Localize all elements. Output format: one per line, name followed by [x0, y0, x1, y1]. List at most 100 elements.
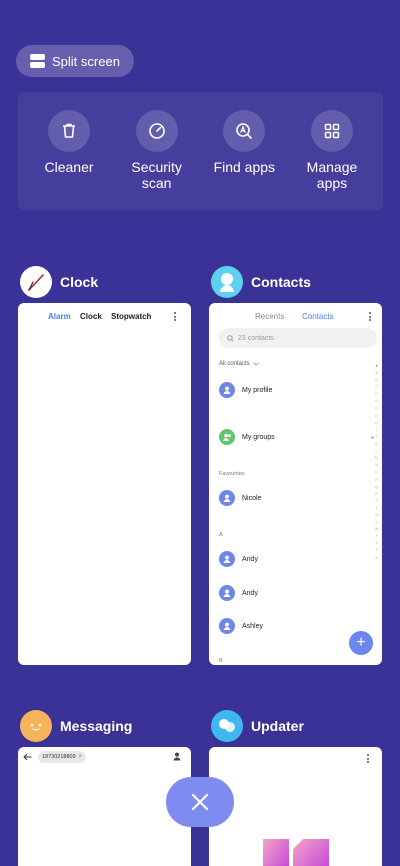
avatar-icon [219, 585, 235, 601]
split-screen-icon [30, 54, 45, 68]
alphabet-index-letter[interactable]: H [374, 420, 379, 427]
split-screen-button[interactable]: Split screen [16, 45, 134, 77]
alphabet-index-letter[interactable]: E [374, 398, 379, 405]
contact-name: My profile [242, 386, 273, 394]
security-scan-button[interactable]: Security scan [114, 110, 200, 210]
contact-row-ashley[interactable]: Ashley [219, 618, 263, 634]
contacts-filter-label: All contacts [219, 361, 250, 367]
tab-alarm[interactable]: Alarm [48, 312, 71, 321]
contact-row-andy[interactable]: Andy [219, 585, 258, 601]
search-placeholder: 23 contacts [238, 334, 274, 342]
messaging-app-name: Messaging [60, 718, 133, 734]
trash-icon [48, 110, 90, 152]
alphabet-index-letter[interactable]: G [374, 413, 379, 420]
section-a: A [219, 532, 223, 538]
alphabet-index-letter[interactable]: V [374, 519, 379, 526]
alphabet-index-letter[interactable]: M [374, 455, 379, 462]
updater-app-icon [211, 710, 243, 742]
search-app-icon [223, 110, 266, 152]
clock-app-icon [20, 266, 52, 298]
messaging-app-header: Messaging [20, 710, 132, 742]
alphabet-index-letter[interactable]: Y [374, 540, 379, 547]
alphabet-index-letter[interactable]: T [374, 505, 379, 512]
contacts-search-bar[interactable]: 23 contacts [219, 328, 377, 348]
updater-app-card[interactable] [209, 747, 382, 866]
alphabet-index-letter[interactable]: I [374, 427, 379, 434]
contact-name: Ashley [242, 622, 264, 630]
contact-name: Andy [242, 589, 258, 597]
avatar-icon [219, 618, 235, 634]
recipient-number: 18730218809 [42, 754, 76, 760]
tab-stopwatch[interactable]: Stopwatch [111, 312, 151, 321]
contacts-app-icon [211, 266, 243, 298]
tab-clock[interactable]: Clock [80, 312, 102, 321]
group-icon [219, 429, 235, 445]
messaging-app-card[interactable]: 18730218809 × [18, 747, 191, 866]
section-favourites: Favourites [219, 471, 245, 477]
contact-row-my-profile[interactable]: My profile [219, 382, 272, 398]
cleaner-button[interactable]: Cleaner [26, 110, 112, 210]
updater-app-name: Updater [251, 718, 304, 734]
find-apps-button[interactable]: Find apps [201, 110, 287, 210]
contact-name: Nicole [242, 494, 262, 502]
contact-name: My groups [242, 433, 275, 441]
clock-app-card[interactable]: Alarm Clock Stopwatch [18, 303, 191, 665]
tab-contacts[interactable]: Contacts [302, 312, 334, 321]
alphabet-index-letter[interactable]: J [374, 434, 379, 441]
alphabet-index-letter[interactable]: R [374, 491, 379, 498]
alphabet-index-letter[interactable]: Z [374, 547, 379, 554]
grid-icon [310, 110, 353, 152]
alphabet-index-letter[interactable]: # [374, 555, 379, 562]
messaging-app-icon [20, 710, 52, 742]
alphabet-index-letter[interactable]: W [374, 526, 379, 533]
manage-apps-button[interactable]: Manage apps [289, 110, 375, 210]
alphabet-index-letter[interactable]: S [374, 498, 379, 505]
close-icon [191, 793, 209, 811]
section-b: B [219, 658, 223, 664]
alphabet-index-letter[interactable]: Q [374, 484, 379, 491]
contact-name: Andy [242, 555, 258, 563]
alphabet-index-letter[interactable]: A [374, 370, 379, 377]
alphabet-index-letter[interactable]: P [374, 477, 379, 484]
contacts-app-header: Contacts [211, 266, 311, 298]
contacts-filter[interactable]: All contacts [219, 361, 259, 367]
security-scan-label: Security scan [131, 159, 182, 191]
remove-recipient-icon[interactable]: × [79, 754, 83, 760]
tab-recents[interactable]: Recents [255, 312, 284, 321]
contacts-app-card[interactable]: Recents Contacts 23 contacts All contact… [209, 303, 382, 665]
alphabet-index-letter[interactable]: X [374, 533, 379, 540]
avatar-icon [219, 551, 235, 567]
contact-row-andy[interactable]: Andy [219, 551, 258, 567]
alphabet-index-letter[interactable]: ♥ [374, 363, 379, 370]
contact-row-nicole[interactable]: Nicole [219, 490, 261, 506]
manage-apps-label: Manage apps [306, 159, 358, 191]
updater-app-header: Updater [211, 710, 304, 742]
speedometer-icon [135, 110, 178, 152]
alphabet-index-letter[interactable]: C [374, 384, 379, 391]
alphabet-index-letter[interactable]: F [374, 406, 379, 413]
recipient-chip[interactable]: 18730218809 × [38, 751, 87, 763]
close-all-button[interactable] [166, 777, 234, 827]
contacts-app-name: Contacts [251, 274, 311, 290]
alphabet-index-letter[interactable]: L [374, 448, 379, 455]
alphabet-index-letter[interactable]: D [374, 391, 379, 398]
more-options-icon[interactable] [174, 312, 177, 323]
split-screen-label: Split screen [52, 53, 120, 69]
back-arrow-icon[interactable] [23, 753, 32, 761]
alphabet-index-letter[interactable]: B [374, 377, 379, 384]
add-contact-button[interactable]: + [349, 631, 373, 655]
alphabet-index-letter[interactable]: U [374, 512, 379, 519]
alphabet-index-letter[interactable]: O [374, 469, 379, 476]
alphabet-index-letter[interactable]: K [374, 441, 379, 448]
avatar-icon [219, 382, 235, 398]
avatar-icon [219, 490, 235, 506]
contact-icon[interactable] [173, 752, 181, 761]
clock-app-header: Clock [20, 266, 98, 298]
search-icon [227, 334, 234, 342]
chevron-down-icon [252, 362, 259, 366]
alphabet-index-letter[interactable]: N [374, 462, 379, 469]
alphabet-index[interactable]: ♥ A B C D E F G H I J K L M N O P Q R S T U V W X Y Z # [374, 363, 379, 562]
contact-row-my-groups[interactable]: My groups [219, 429, 374, 445]
more-options-icon[interactable] [369, 312, 372, 323]
more-options-icon[interactable] [367, 754, 370, 765]
